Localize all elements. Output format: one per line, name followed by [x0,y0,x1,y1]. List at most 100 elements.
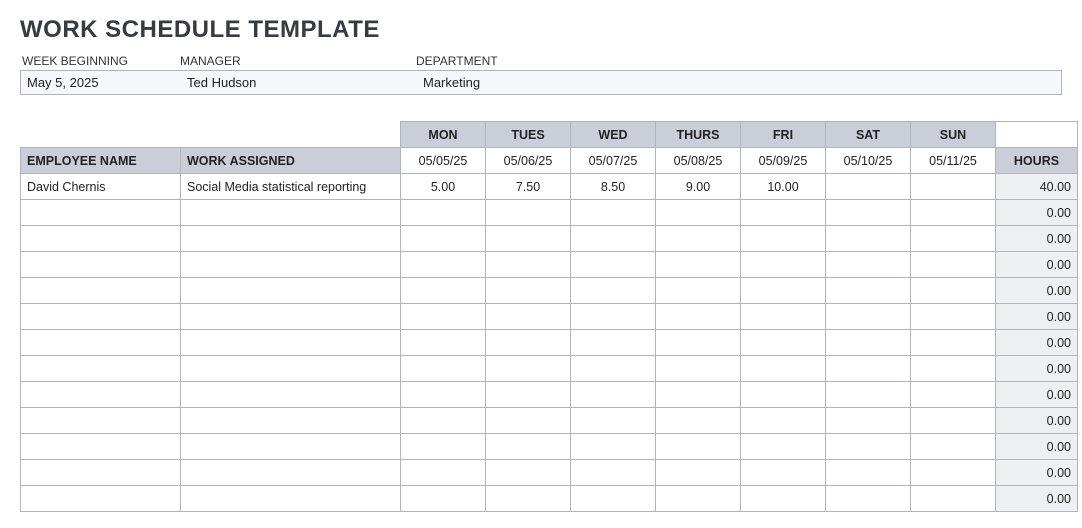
cell-employee[interactable] [21,252,181,278]
cell-day[interactable] [826,330,911,356]
cell-day[interactable] [571,408,656,434]
cell-day[interactable] [741,330,826,356]
cell-day[interactable] [486,278,571,304]
cell-day[interactable] [486,460,571,486]
cell-day[interactable] [486,382,571,408]
cell-day[interactable] [486,226,571,252]
cell-employee[interactable] [21,356,181,382]
cell-employee[interactable] [21,408,181,434]
cell-day[interactable] [911,174,996,200]
cell-day[interactable] [401,460,486,486]
cell-day[interactable] [401,356,486,382]
cell-day[interactable] [571,460,656,486]
cell-day[interactable] [571,278,656,304]
cell-day[interactable] [826,408,911,434]
cell-day[interactable] [571,330,656,356]
cell-day[interactable] [741,382,826,408]
value-department[interactable]: Marketing [417,71,1061,94]
cell-day[interactable] [401,330,486,356]
cell-day[interactable] [741,408,826,434]
cell-day[interactable] [656,252,741,278]
cell-employee[interactable] [21,460,181,486]
cell-day[interactable] [656,434,741,460]
cell-day[interactable] [826,304,911,330]
cell-day[interactable] [401,434,486,460]
cell-day[interactable] [911,330,996,356]
cell-day[interactable] [656,408,741,434]
cell-day[interactable] [656,330,741,356]
cell-day[interactable] [911,278,996,304]
cell-employee[interactable] [21,278,181,304]
cell-day[interactable] [656,356,741,382]
cell-day[interactable] [826,226,911,252]
cell-day[interactable] [911,200,996,226]
cell-day[interactable] [486,408,571,434]
cell-day[interactable]: 5.00 [401,174,486,200]
cell-day[interactable] [826,382,911,408]
cell-day[interactable] [571,434,656,460]
cell-day[interactable] [401,486,486,512]
cell-day[interactable] [911,460,996,486]
cell-day[interactable] [741,434,826,460]
cell-day[interactable] [656,486,741,512]
cell-day[interactable]: 10.00 [741,174,826,200]
cell-day[interactable] [741,304,826,330]
cell-day[interactable] [741,226,826,252]
cell-day[interactable] [401,304,486,330]
value-manager[interactable]: Ted Hudson [181,71,417,94]
cell-work[interactable] [181,200,401,226]
cell-day[interactable] [741,252,826,278]
cell-day[interactable] [826,278,911,304]
cell-day[interactable] [741,356,826,382]
cell-day[interactable] [741,278,826,304]
cell-day[interactable] [826,200,911,226]
cell-day[interactable] [571,252,656,278]
cell-work[interactable] [181,356,401,382]
cell-day[interactable] [486,252,571,278]
cell-day[interactable] [911,252,996,278]
cell-work[interactable] [181,304,401,330]
cell-work[interactable]: Social Media statistical reporting [181,174,401,200]
cell-day[interactable] [911,304,996,330]
cell-day[interactable] [401,252,486,278]
cell-day[interactable] [826,356,911,382]
cell-day[interactable] [401,200,486,226]
cell-employee[interactable]: David Chernis [21,174,181,200]
cell-day[interactable] [486,486,571,512]
cell-day[interactable] [741,486,826,512]
cell-day[interactable] [911,408,996,434]
cell-day[interactable] [741,460,826,486]
cell-employee[interactable] [21,304,181,330]
cell-day[interactable] [826,252,911,278]
cell-work[interactable] [181,408,401,434]
cell-day[interactable] [401,278,486,304]
cell-day[interactable] [911,434,996,460]
cell-day[interactable] [571,382,656,408]
cell-day[interactable] [401,226,486,252]
cell-day[interactable] [486,434,571,460]
cell-day[interactable]: 9.00 [656,174,741,200]
cell-day[interactable] [911,356,996,382]
cell-work[interactable] [181,486,401,512]
cell-day[interactable] [911,486,996,512]
cell-day[interactable] [826,434,911,460]
cell-day[interactable] [401,382,486,408]
cell-work[interactable] [181,382,401,408]
cell-employee[interactable] [21,434,181,460]
cell-work[interactable] [181,252,401,278]
cell-day[interactable] [826,460,911,486]
cell-day[interactable] [571,304,656,330]
cell-day[interactable] [656,304,741,330]
cell-day[interactable]: 8.50 [571,174,656,200]
cell-day[interactable] [486,356,571,382]
cell-day[interactable] [826,486,911,512]
cell-day[interactable] [656,278,741,304]
cell-day[interactable] [656,460,741,486]
cell-day[interactable] [656,200,741,226]
cell-employee[interactable] [21,486,181,512]
cell-day[interactable] [571,356,656,382]
cell-day[interactable] [826,174,911,200]
cell-work[interactable] [181,330,401,356]
cell-day[interactable] [486,304,571,330]
cell-work[interactable] [181,278,401,304]
